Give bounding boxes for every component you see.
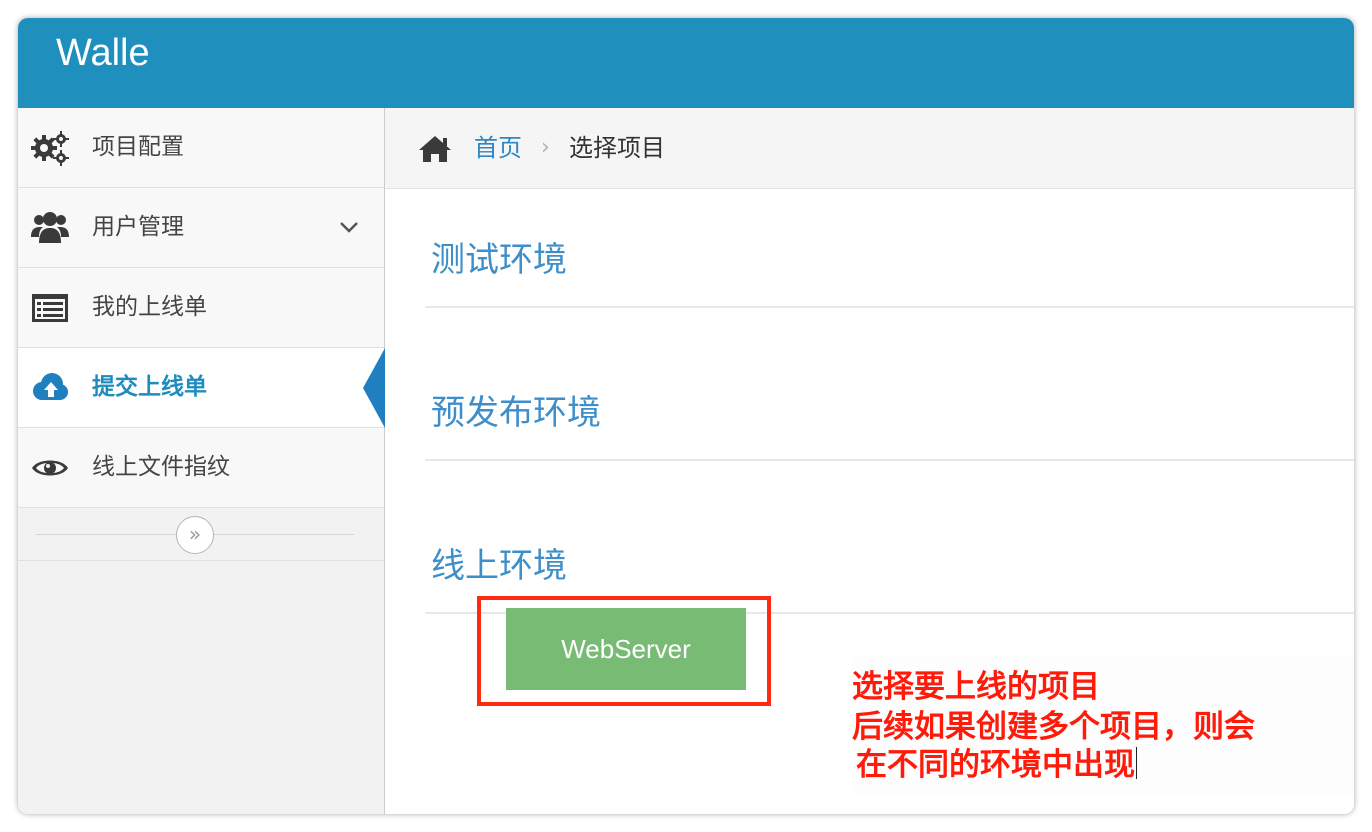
chevron-down-icon[interactable] [338, 216, 360, 238]
annotation-line: 选择要上线的项目 [852, 669, 1100, 705]
cloud-upload-icon [30, 369, 70, 407]
sidebar-item-project-config[interactable]: 项目配置 [18, 108, 384, 188]
annotation-note: 选择要上线的项目 后续如果创建多个项目，则会 在不同的环境中出现 [852, 656, 1354, 794]
sidebar-item-label: 我的上线单 [92, 294, 207, 320]
eye-icon [30, 449, 70, 487]
sidebar-item-label: 用户管理 [92, 214, 184, 240]
main-content: 首页 › 选择项目 测试环境 预发布环境 线上环境 WebServer 选择要上… [385, 108, 1354, 814]
list-icon [30, 289, 70, 327]
gears-icon [30, 129, 70, 167]
annotation-line: 在不同的环境中出现 [856, 747, 1135, 783]
sidebar-collapse-row: » [18, 508, 384, 561]
home-icon[interactable] [417, 134, 453, 164]
sidebar-item-label: 项目配置 [92, 134, 184, 160]
sidebar-item-label: 线上文件指纹 [92, 454, 230, 480]
breadcrumb-home-link[interactable]: 首页 [474, 132, 522, 164]
env-section-staging: 预发布环境 [425, 391, 1354, 461]
env-title: 线上环境 [431, 546, 567, 586]
app-window: Walle 项目配置 用户管理 我的上线单 提交上线单 线上文件指纹 » 首页 … [18, 18, 1354, 814]
double-chevron-right-icon[interactable]: » [176, 516, 214, 554]
sidebar-item-file-fingerprint[interactable]: 线上文件指纹 [18, 428, 384, 508]
brand-logo[interactable]: Walle [56, 30, 150, 76]
breadcrumb: 首页 › 选择项目 [385, 108, 1354, 189]
project-button-webserver[interactable]: WebServer [506, 608, 746, 690]
env-title: 测试环境 [431, 240, 567, 280]
sidebar-item-submit-release[interactable]: 提交上线单 [18, 348, 385, 428]
active-indicator [363, 348, 385, 428]
annotation-line: 后续如果创建多个项目，则会 [852, 709, 1255, 745]
sidebar: 项目配置 用户管理 我的上线单 提交上线单 线上文件指纹 » [18, 108, 385, 814]
env-title: 预发布环境 [431, 393, 601, 433]
text-caret [1136, 747, 1137, 779]
breadcrumb-separator: › [541, 135, 550, 160]
sidebar-item-label: 提交上线单 [92, 374, 207, 400]
users-icon [30, 209, 70, 247]
env-section-test: 测试环境 [425, 238, 1354, 308]
annotation-line-last: 在不同的环境中出现 [856, 746, 1137, 784]
sidebar-item-user-management[interactable]: 用户管理 [18, 188, 384, 268]
breadcrumb-current: 选择项目 [569, 134, 665, 162]
sidebar-item-my-releases[interactable]: 我的上线单 [18, 268, 384, 348]
top-navbar: Walle [18, 18, 1354, 108]
